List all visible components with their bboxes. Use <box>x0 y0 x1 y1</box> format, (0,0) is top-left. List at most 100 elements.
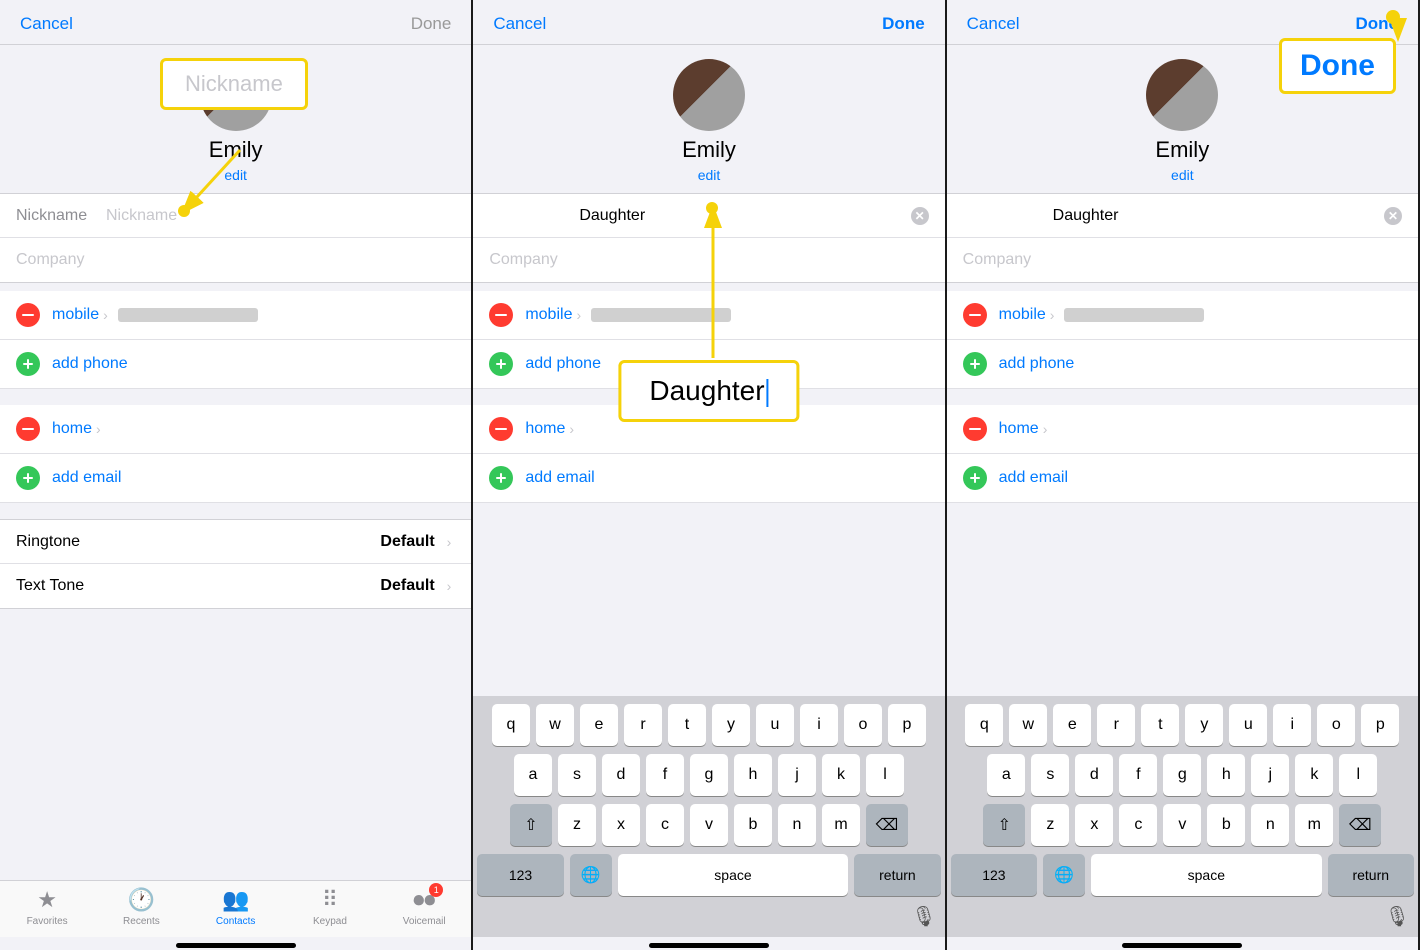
key-z-2[interactable]: z <box>558 804 596 846</box>
add-phone-btn-2[interactable] <box>489 352 513 376</box>
tab-recents-1[interactable]: 🕐 Recents <box>94 887 188 927</box>
key-l-2[interactable]: l <box>866 754 904 796</box>
add-phone-label-1[interactable]: add phone <box>52 355 128 373</box>
key-e-2[interactable]: e <box>580 704 618 746</box>
add-email-btn-2[interactable] <box>489 466 513 490</box>
key-u-3[interactable]: u <box>1229 704 1267 746</box>
edit-link-1[interactable]: edit <box>224 167 247 183</box>
company-input-1[interactable] <box>16 251 455 269</box>
nickname-input-2[interactable] <box>579 207 910 225</box>
key-f-3[interactable]: f <box>1119 754 1157 796</box>
key-123-3[interactable]: 123 <box>951 854 1037 896</box>
key-h-2[interactable]: h <box>734 754 772 796</box>
key-shift-3[interactable]: ⇧ <box>983 804 1025 846</box>
key-c-3[interactable]: c <box>1119 804 1157 846</box>
mobile-label-2[interactable]: mobile <box>525 306 572 324</box>
key-delete-3[interactable]: ⌫ <box>1339 804 1381 846</box>
key-j-2[interactable]: j <box>778 754 816 796</box>
cancel-button-3[interactable]: Cancel <box>967 14 1020 34</box>
tab-voicemail-1[interactable]: ⏺⏺ 1 Voicemail <box>377 887 471 927</box>
key-s-3[interactable]: s <box>1031 754 1069 796</box>
cancel-button-1[interactable]: Cancel <box>20 14 73 34</box>
clear-nickname-3[interactable]: ✕ <box>1384 207 1402 225</box>
remove-email-1[interactable] <box>16 417 40 441</box>
key-d-3[interactable]: d <box>1075 754 1113 796</box>
key-p-2[interactable]: p <box>888 704 926 746</box>
key-f-2[interactable]: f <box>646 754 684 796</box>
key-shift-2[interactable]: ⇧ <box>510 804 552 846</box>
key-u-2[interactable]: u <box>756 704 794 746</box>
home-label-1[interactable]: home <box>52 420 92 438</box>
key-globe-2[interactable]: 🌐 <box>570 854 612 896</box>
key-r-3[interactable]: r <box>1097 704 1135 746</box>
key-g-2[interactable]: g <box>690 754 728 796</box>
key-a-3[interactable]: a <box>987 754 1025 796</box>
key-123-2[interactable]: 123 <box>477 854 563 896</box>
key-i-2[interactable]: i <box>800 704 838 746</box>
remove-email-2[interactable] <box>489 417 513 441</box>
add-email-btn-3[interactable] <box>963 466 987 490</box>
tab-contacts-1[interactable]: 👥 Contacts <box>189 887 283 927</box>
key-x-2[interactable]: x <box>602 804 640 846</box>
key-v-2[interactable]: v <box>690 804 728 846</box>
key-k-3[interactable]: k <box>1295 754 1333 796</box>
tab-keypad-1[interactable]: ⠿ Keypad <box>283 887 377 927</box>
key-e-3[interactable]: e <box>1053 704 1091 746</box>
key-o-3[interactable]: o <box>1317 704 1355 746</box>
key-z-3[interactable]: z <box>1031 804 1069 846</box>
key-m-3[interactable]: m <box>1295 804 1333 846</box>
key-space-2[interactable]: space <box>618 854 848 896</box>
key-return-3[interactable]: return <box>1328 854 1414 896</box>
key-a-2[interactable]: a <box>514 754 552 796</box>
key-l-3[interactable]: l <box>1339 754 1377 796</box>
add-phone-label-2[interactable]: add phone <box>525 355 601 373</box>
key-m-2[interactable]: m <box>822 804 860 846</box>
key-x-3[interactable]: x <box>1075 804 1113 846</box>
add-email-label-3[interactable]: add email <box>999 469 1068 487</box>
remove-email-3[interactable] <box>963 417 987 441</box>
done-button-3[interactable]: Done <box>1355 14 1398 34</box>
key-g-3[interactable]: g <box>1163 754 1201 796</box>
key-t-3[interactable]: t <box>1141 704 1179 746</box>
key-r-2[interactable]: r <box>624 704 662 746</box>
nickname-input-3[interactable] <box>1053 207 1384 225</box>
remove-phone-2[interactable] <box>489 303 513 327</box>
add-phone-btn-1[interactable] <box>16 352 40 376</box>
key-j-3[interactable]: j <box>1251 754 1289 796</box>
key-o-2[interactable]: o <box>844 704 882 746</box>
company-input-2[interactable] <box>489 251 928 269</box>
add-phone-label-3[interactable]: add phone <box>999 355 1075 373</box>
edit-link-3[interactable]: edit <box>1171 167 1194 183</box>
key-y-3[interactable]: y <box>1185 704 1223 746</box>
key-t-2[interactable]: t <box>668 704 706 746</box>
remove-phone-3[interactable] <box>963 303 987 327</box>
cancel-button-2[interactable]: Cancel <box>493 14 546 34</box>
key-w-3[interactable]: w <box>1009 704 1047 746</box>
key-globe-3[interactable]: 🌐 <box>1043 854 1085 896</box>
key-v-3[interactable]: v <box>1163 804 1201 846</box>
home-label-3[interactable]: home <box>999 420 1039 438</box>
key-n-3[interactable]: n <box>1251 804 1289 846</box>
key-q-3[interactable]: q <box>965 704 1003 746</box>
key-q-2[interactable]: q <box>492 704 530 746</box>
key-c-2[interactable]: c <box>646 804 684 846</box>
clear-nickname-2[interactable]: ✕ <box>911 207 929 225</box>
key-delete-2[interactable]: ⌫ <box>866 804 908 846</box>
edit-link-2[interactable]: edit <box>698 167 721 183</box>
home-label-2[interactable]: home <box>525 420 565 438</box>
tab-favorites-1[interactable]: ★ Favorites <box>0 887 94 927</box>
company-input-3[interactable] <box>963 251 1402 269</box>
key-k-2[interactable]: k <box>822 754 860 796</box>
add-email-label-1[interactable]: add email <box>52 469 121 487</box>
key-y-2[interactable]: y <box>712 704 750 746</box>
key-i-3[interactable]: i <box>1273 704 1311 746</box>
key-b-2[interactable]: b <box>734 804 772 846</box>
key-h-3[interactable]: h <box>1207 754 1245 796</box>
key-return-2[interactable]: return <box>854 854 940 896</box>
key-w-2[interactable]: w <box>536 704 574 746</box>
key-n-2[interactable]: n <box>778 804 816 846</box>
key-d-2[interactable]: d <box>602 754 640 796</box>
texttone-row-1[interactable]: Text Tone Default › <box>0 564 471 608</box>
add-email-btn-1[interactable] <box>16 466 40 490</box>
key-space-3[interactable]: space <box>1091 854 1321 896</box>
